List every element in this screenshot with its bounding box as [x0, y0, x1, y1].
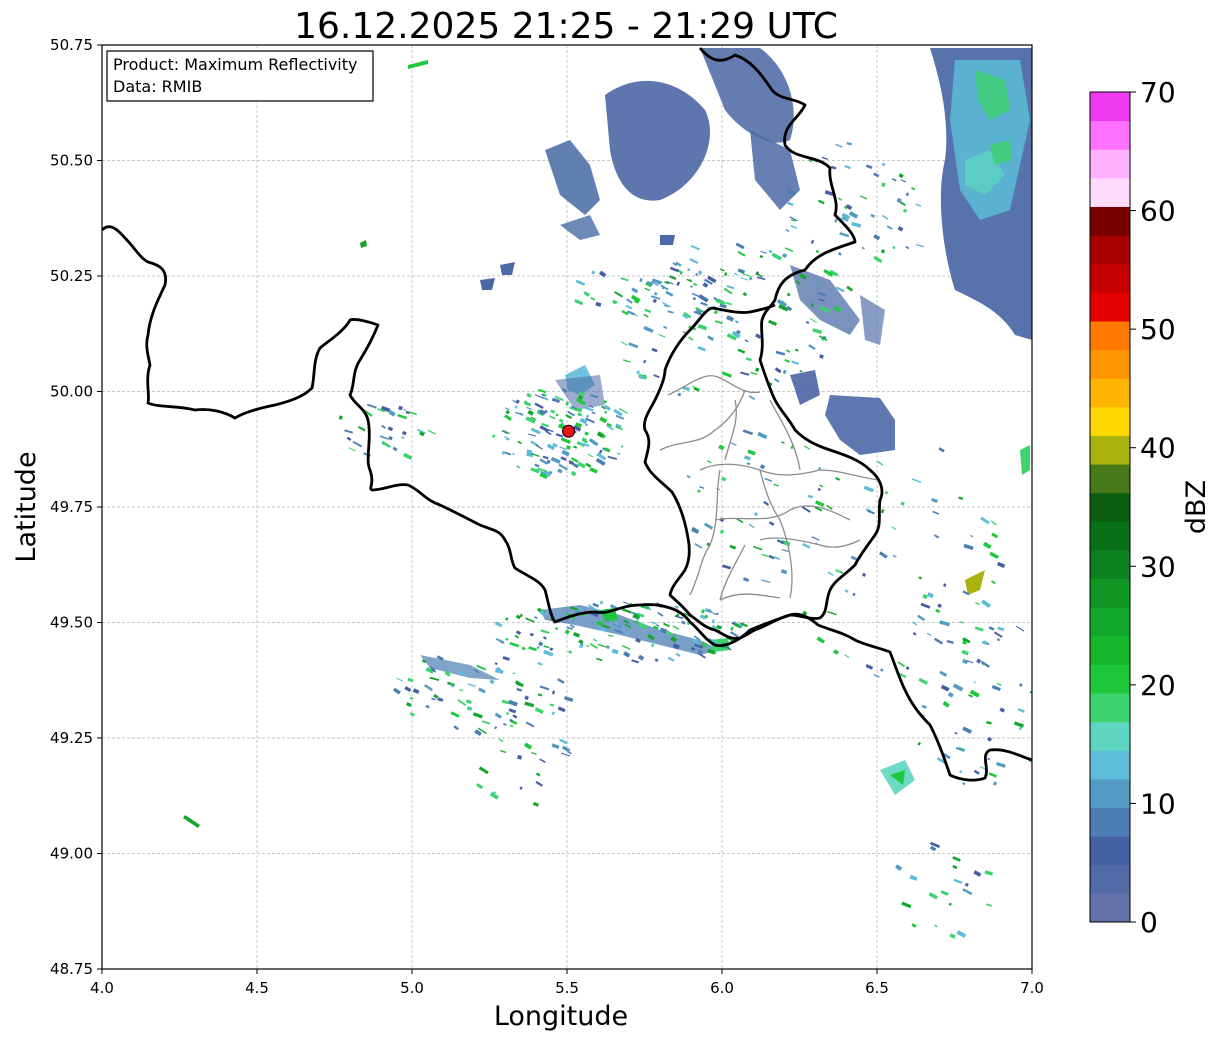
colorbar-bin: [1090, 864, 1130, 894]
colorbar-bin: [1090, 349, 1130, 379]
x-tick-label: 6.5: [865, 979, 889, 997]
colorbar-bin: [1090, 492, 1130, 522]
colorbar-tick-label: 20: [1140, 669, 1176, 702]
y-tick-label: 50.50: [50, 152, 93, 170]
reflectivity-speckle: [1041, 726, 1049, 731]
colorbar-bin: [1090, 893, 1130, 923]
y-tick-label: 50.25: [50, 267, 93, 285]
x-tick-label: 5.5: [555, 979, 579, 997]
colorbar-tick-label: 0: [1140, 906, 1158, 939]
y-tick-label: 50.00: [50, 383, 93, 401]
colorbar-tick-label: 70: [1140, 76, 1176, 109]
x-tick-label: 4.5: [245, 979, 269, 997]
colorbar-bin: [1090, 578, 1130, 608]
colorbar-bin: [1090, 406, 1130, 436]
colorbar-bin: [1090, 778, 1130, 809]
colorbar-bin: [1090, 120, 1130, 150]
y-tick-label: 49.75: [50, 498, 93, 516]
y-tick-label: 48.75: [50, 960, 93, 978]
colorbar-bin: [1090, 149, 1130, 179]
map-title: 16.12.2025 21:25 - 21:29 UTC: [294, 6, 838, 47]
colorbar-bin: [1090, 464, 1130, 494]
product-label: Product: Maximum Reflectivity: [113, 55, 357, 74]
colorbar-bin: [1090, 635, 1130, 665]
x-tick-label: 7.0: [1020, 979, 1044, 997]
y-tick-label: 49.50: [50, 614, 93, 632]
x-axis-ticks: 4.0 4.5 5.0 5.5 6.0 6.5 7.0: [90, 969, 1044, 997]
colorbar-bin: [1090, 721, 1130, 751]
colorbar-bin: [1090, 320, 1130, 351]
colorbar-tick-label: 30: [1140, 550, 1176, 583]
colorbar-bin: [1090, 177, 1130, 207]
colorbar-bins: [1090, 92, 1130, 923]
radar-figure: 16.12.2025 21:25 - 21:29 UTC Product: Ma…: [11, 6, 1212, 1032]
info-box: Product: Maximum Reflectivity Data: RMIB: [106, 50, 374, 102]
map-panel: Product: Maximum Reflectivity Data: RMIB…: [11, 36, 1049, 1032]
y-tick-label: 49.00: [50, 845, 93, 863]
colorbar-bin: [1090, 750, 1130, 780]
x-tick-label: 5.0: [400, 979, 424, 997]
colorbar-bin: [1090, 206, 1130, 236]
colorbar-bin: [1090, 378, 1130, 408]
colorbar-bin: [1090, 263, 1130, 293]
colorbar: 0 10 20 30 40 50 60 70 dBZ: [1089, 76, 1212, 939]
colorbar-tick-label: 40: [1140, 432, 1176, 465]
y-axis-label: Latitude: [11, 451, 42, 562]
colorbar-tick-label: 50: [1140, 313, 1176, 346]
y-tick-label: 50.75: [50, 36, 93, 54]
colorbar-bin: [1090, 836, 1130, 866]
colorbar-bin: [1090, 664, 1130, 694]
colorbar-bin: [1090, 92, 1130, 122]
colorbar-tick-label: 10: [1140, 787, 1176, 820]
colorbar-bin: [1090, 607, 1130, 637]
colorbar-bin: [1090, 807, 1130, 837]
y-axis-ticks: 48.75 49.00 49.25 49.50 49.75 50.00 50.25 50.50…: [50, 36, 102, 978]
colorbar-tick-label: 60: [1140, 195, 1176, 228]
colorbar-bin: [1090, 693, 1130, 723]
colorbar-label: dBZ: [1181, 480, 1212, 534]
colorbar-bin: [1090, 521, 1130, 551]
data-source-label: Data: RMIB: [113, 77, 202, 96]
colorbar-bin: [1090, 435, 1130, 465]
x-axis-label: Longitude: [494, 1001, 628, 1032]
colorbar-bin: [1090, 235, 1130, 265]
radar-site-marker: [562, 424, 576, 438]
x-tick-label: 4.0: [90, 979, 114, 997]
colorbar-bin: [1090, 549, 1130, 580]
reflectivity-speckle: [1040, 730, 1047, 735]
x-tick-label: 6.0: [710, 979, 734, 997]
colorbar-bin: [1090, 292, 1130, 322]
colorbar-ticks: 0 10 20 30 40 50 60 70: [1130, 76, 1176, 939]
y-tick-label: 49.25: [50, 729, 93, 747]
